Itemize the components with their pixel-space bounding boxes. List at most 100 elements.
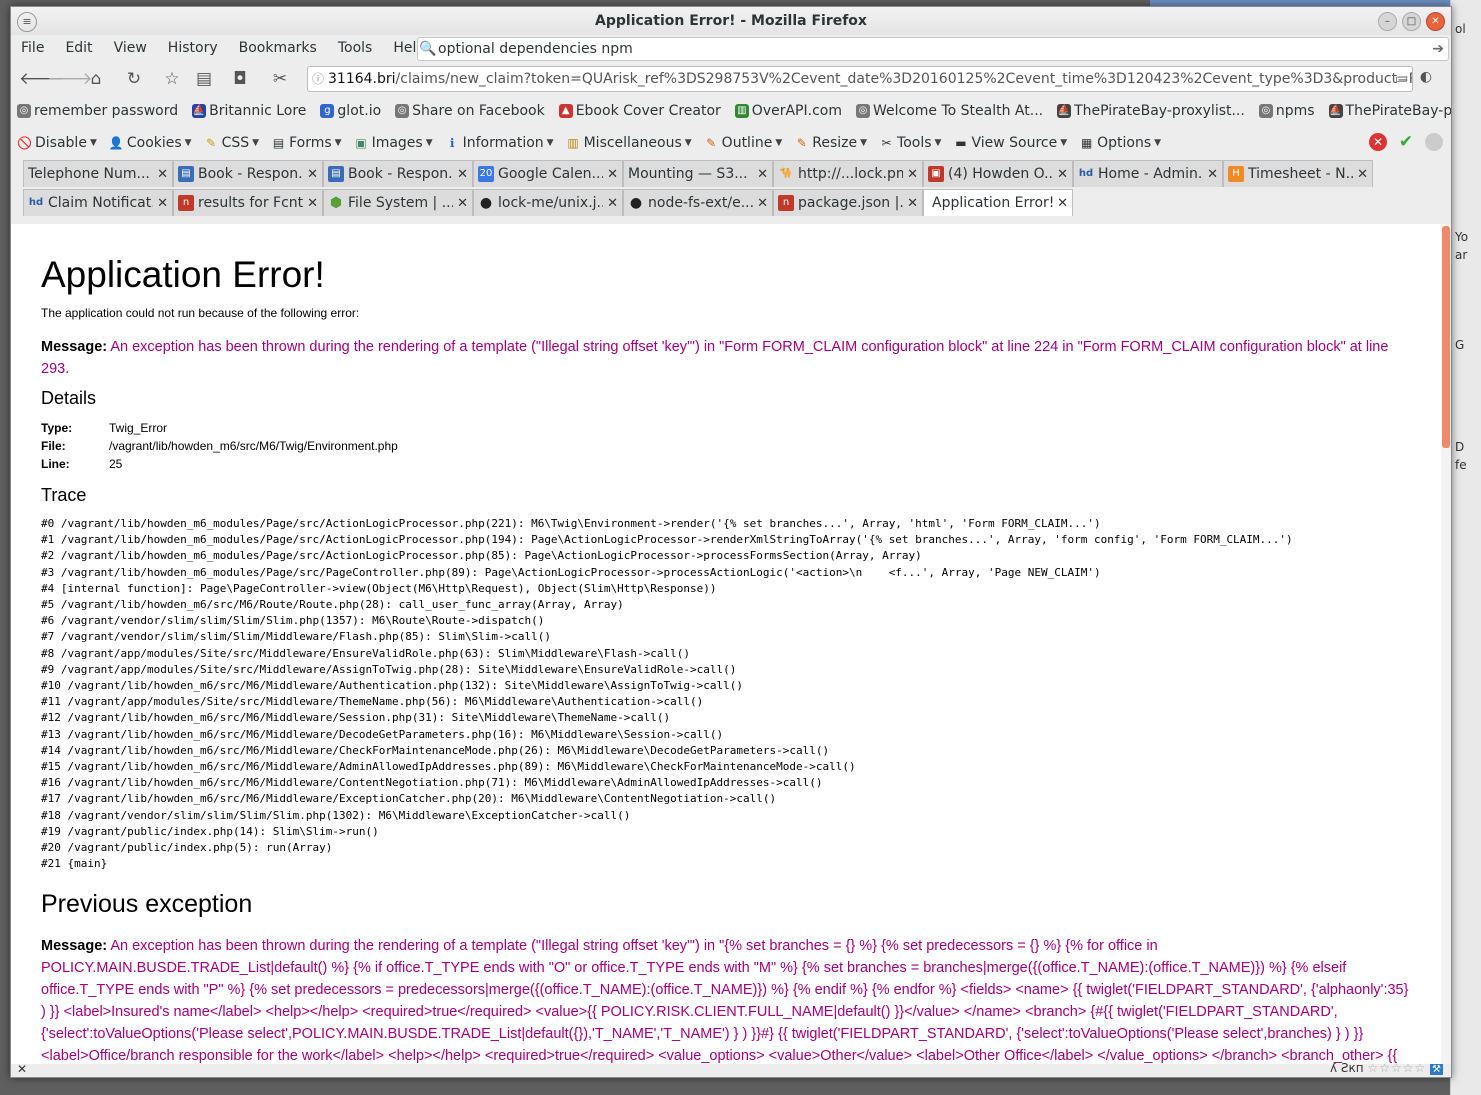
tab[interactable]: ▣ (4) Howden O... ✕	[923, 160, 1073, 187]
tab-close-icon[interactable]: ✕	[157, 167, 168, 182]
tab-close-icon[interactable]: ✕	[907, 167, 918, 182]
status-circle-icon[interactable]	[1425, 133, 1443, 151]
search-input[interactable]: 🔍optional dependencies npm ➔	[417, 37, 1449, 61]
tab[interactable]: hd Home - Admin... ✕	[1073, 160, 1223, 187]
tab[interactable]: 20 Google Calen... ✕	[473, 160, 623, 187]
rating-stars[interactable]: ☆☆☆☆☆	[1367, 1061, 1426, 1075]
back-icon[interactable]: 🡐	[19, 69, 65, 89]
dev-view-source[interactable]: ▬ View Source ▼	[953, 135, 1067, 151]
tab-active[interactable]: Application Error! ✕	[923, 189, 1073, 216]
tab-close-icon[interactable]: ✕	[1207, 167, 1218, 182]
previous-exception-heading: Previous exception	[41, 890, 253, 919]
tab[interactable]: H Timesheet - N... ✕	[1223, 160, 1373, 187]
tab-close-icon[interactable]: ✕	[307, 196, 318, 211]
bookmark-ebook-cover-creator[interactable]: ▲ Ebook Cover Creator	[558, 103, 721, 119]
tab[interactable]: ● node-fs-ext/e... ✕	[623, 189, 773, 216]
reader-view-icon[interactable]: ▭	[1395, 67, 1408, 91]
pirate-ship-icon: ⛵	[1328, 104, 1343, 118]
tab-close-icon[interactable]: ✕	[757, 167, 768, 182]
dev-disable[interactable]: 🚫 Disable ▼	[17, 135, 97, 151]
tab-close-icon[interactable]: ✕	[757, 196, 768, 211]
scrollbar-thumb[interactable]	[1442, 226, 1450, 448]
library-icon[interactable]: ▤	[193, 69, 215, 89]
reload-icon[interactable]: ↻	[123, 69, 145, 89]
page-content: Application Error! The application could…	[11, 224, 1441, 1064]
bookmark-piratebay-2[interactable]: ⛵ThePirateBay-proxylist...	[1328, 103, 1451, 119]
dev-forms[interactable]: ▤ Forms ▼	[271, 135, 342, 151]
bookmark-glot-io[interactable]: g glot.io	[320, 103, 381, 119]
tab[interactable]: n results for Fcntl ✕	[173, 189, 323, 216]
globe-icon: ◎	[1258, 104, 1273, 118]
url-host: 31164.bri	[328, 71, 396, 87]
url-bar[interactable]: ⓘ 31164.bri/claims/new_claim?token=QUAris…	[307, 66, 1413, 92]
addon-icon[interactable]: ⚒	[1430, 1064, 1443, 1075]
intro-text: The application could not run because of…	[41, 306, 360, 320]
tab[interactable]: ● lock-me/unix.j... ✕	[473, 189, 623, 216]
tab[interactable]: 🐪 http://...lock.pm ✕	[773, 160, 923, 187]
tools-icon: ✂	[881, 135, 892, 150]
menu-view[interactable]: View	[114, 40, 147, 56]
tab[interactable]: n package.json |... ✕	[773, 189, 923, 216]
menu-edit[interactable]: Edit	[65, 40, 92, 56]
tab[interactable]: ▤ Book - Respon... ✕	[173, 160, 323, 187]
page-scrollbar[interactable]	[1441, 224, 1451, 1064]
status-right: ʎ Ƨкп ☆☆☆☆☆ ⚒	[1329, 1061, 1443, 1075]
dev-cookies[interactable]: 👤 Cookies ▼	[109, 135, 192, 151]
tab[interactable]: ⬢ File System | ... ✕	[323, 189, 473, 216]
tab[interactable]: Mounting — S3... ✕	[623, 160, 773, 187]
cut-icon[interactable]: ✂	[269, 69, 291, 89]
dev-resize[interactable]: ✎ Resize ▼	[794, 135, 867, 151]
bookmark-britannic-lore[interactable]: ⛵ Britannic Lore	[192, 103, 306, 119]
tab-close-icon[interactable]: ✕	[457, 196, 468, 211]
forward-icon[interactable]: 🡒	[47, 69, 93, 89]
bookmark-piratebay-1[interactable]: ⛵ ThePirateBay-proxylist...	[1057, 103, 1245, 119]
dev-tools[interactable]: ✂ Tools ▼	[879, 135, 942, 151]
tab-close-icon[interactable]: ✕	[307, 167, 318, 182]
dev-information[interactable]: ℹ Information ▼	[445, 135, 554, 151]
tab-close-icon[interactable]: ✕	[457, 167, 468, 182]
extension-icon[interactable]: ◐	[1415, 69, 1437, 85]
dev-images[interactable]: ▣ Images ▼	[354, 135, 432, 151]
background-window: ol Yo ar G D fe	[1450, 0, 1481, 1095]
pocket-icon[interactable]: ◘	[229, 69, 251, 89]
dev-options[interactable]: ▦ Options ▼	[1079, 135, 1161, 151]
dev-miscellaneous[interactable]: ▥ Miscellaneous ▼	[566, 135, 691, 151]
glot-icon: g	[320, 104, 335, 118]
maximize-button[interactable]: □	[1402, 12, 1421, 31]
check-icon[interactable]: ✔	[1397, 133, 1415, 151]
tab-close-icon[interactable]: ✕	[1057, 196, 1068, 211]
bookmark-overapi[interactable]: ▥ OverAPI.com	[734, 103, 842, 119]
globe-icon: ◎	[17, 104, 31, 118]
tab[interactable]: hd Claim Notificat... ✕	[23, 189, 173, 216]
minimize-button[interactable]: –	[1378, 12, 1397, 31]
pirate-ship-icon: ⛵	[1057, 104, 1072, 118]
bookmark-remember-password[interactable]: ◎ remember password	[17, 103, 178, 119]
tab[interactable]: Telephone Num... ✕	[23, 160, 173, 187]
tab-close-icon[interactable]: ✕	[907, 196, 918, 211]
close-button[interactable]: ✕	[1426, 12, 1445, 31]
detail-type: Type: Twig_Error	[41, 421, 168, 435]
bookmark-npms[interactable]: ◎ npms	[1258, 103, 1315, 119]
error-icon[interactable]: ✕	[1369, 133, 1387, 151]
menu-tools[interactable]: Tools	[338, 40, 373, 56]
bookmark-star-icon[interactable]: ☆	[161, 69, 183, 89]
bookmark-share-on-facebook[interactable]: ◎ Share on Facebook	[395, 103, 545, 119]
tab-close-icon[interactable]: ✕	[607, 196, 618, 211]
stack-trace: #0 /vagrant/lib/howden_m6_modules/Page/s…	[41, 517, 1293, 871]
dev-css[interactable]: ✎ CSS ▼	[204, 135, 259, 151]
tab[interactable]: ▤ Book - Respon... ✕	[323, 160, 473, 187]
tab-row-1: Telephone Num... ✕ ▤ Book - Respon... ✕ ▤ Bo…	[11, 159, 1451, 188]
search-go-icon[interactable]: ➔	[1432, 38, 1444, 60]
dev-outline[interactable]: ✎ Outline ▼	[704, 135, 782, 151]
tab-close-icon[interactable]: ✕	[1057, 167, 1068, 182]
home-icon[interactable]: ⌂	[85, 69, 107, 89]
tab-close-icon[interactable]: ✕	[607, 167, 618, 182]
menu-bookmarks[interactable]: Bookmarks	[239, 40, 317, 56]
tab-close-icon[interactable]: ✕	[1357, 167, 1368, 182]
menu-history[interactable]: History	[168, 40, 218, 56]
close-findbar-icon[interactable]: ✕	[17, 1062, 27, 1076]
site-info-icon[interactable]: ⓘ	[308, 67, 328, 91]
tab-close-icon[interactable]: ✕	[157, 196, 168, 211]
menu-file[interactable]: File	[21, 40, 44, 56]
bookmark-welcome-stealth[interactable]: ◎ Welcome To Stealth At...	[855, 103, 1043, 119]
